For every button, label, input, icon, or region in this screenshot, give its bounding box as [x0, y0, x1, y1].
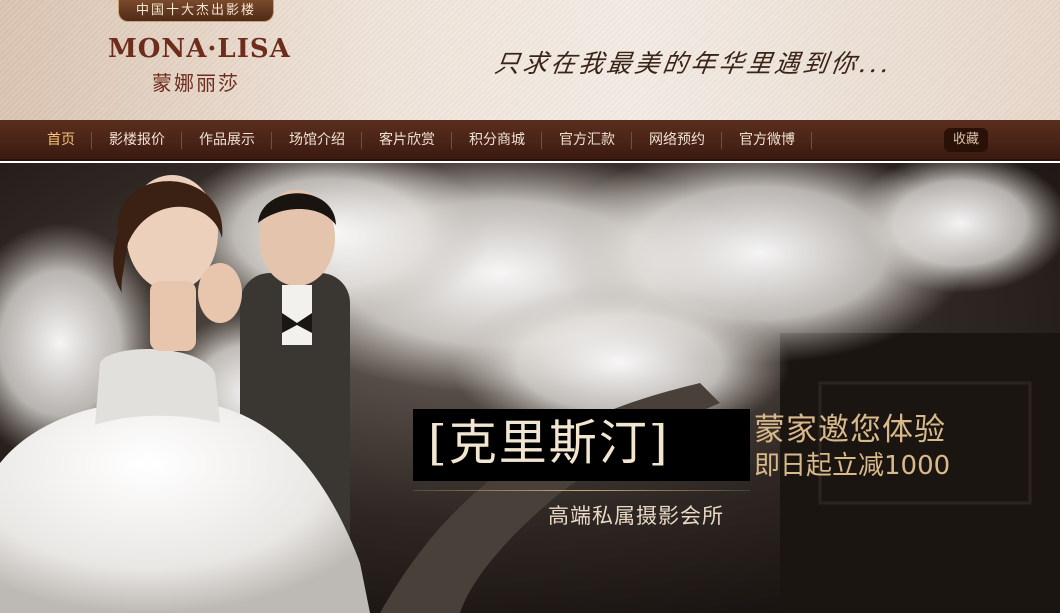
nav-item-weibo[interactable]: 官方微博 — [722, 120, 812, 161]
promo-line-1: 蒙家邀您体验 — [754, 412, 946, 448]
favorite-button[interactable]: 收藏 — [944, 128, 988, 152]
hero-banner[interactable]: [克里斯汀] 蒙家邀您体验 即日起立减1000 高端私属摄影会所 — [0, 163, 1060, 613]
nav-item-booking[interactable]: 网络预约 — [632, 120, 722, 161]
nav-item-points-mall[interactable]: 积分商城 — [452, 120, 542, 161]
award-badge: 中国十大杰出影楼 — [118, 0, 274, 22]
nav-item-pricing[interactable]: 影楼报价 — [92, 120, 182, 161]
nav-item-venue[interactable]: 场馆介绍 — [272, 120, 362, 161]
logo-english[interactable]: MONA·LISA — [108, 34, 291, 64]
header-slogan: 只求在我最美的年华里遇到你... — [492, 49, 894, 78]
promo-divider — [413, 490, 750, 491]
nav-item-portfolio[interactable]: 作品展示 — [182, 120, 272, 161]
nav-item-home[interactable]: 首页 — [30, 120, 92, 161]
main-nav: 首页 影楼报价 作品展示 场馆介绍 客片欣赏 积分商城 官方汇款 网络预约 官方… — [0, 120, 1060, 161]
nav-item-client-photos[interactable]: 客片欣赏 — [362, 120, 452, 161]
promo-line-2: 即日起立减1000 — [754, 451, 951, 481]
promo-subtitle: 高端私属摄影会所 — [548, 504, 724, 528]
banner-photo — [0, 163, 1060, 613]
promo-title[interactable]: [克里斯汀] — [428, 409, 669, 477]
nav-item-payment[interactable]: 官方汇款 — [542, 120, 632, 161]
logo-chinese[interactable]: 蒙娜丽莎 — [152, 67, 240, 96]
